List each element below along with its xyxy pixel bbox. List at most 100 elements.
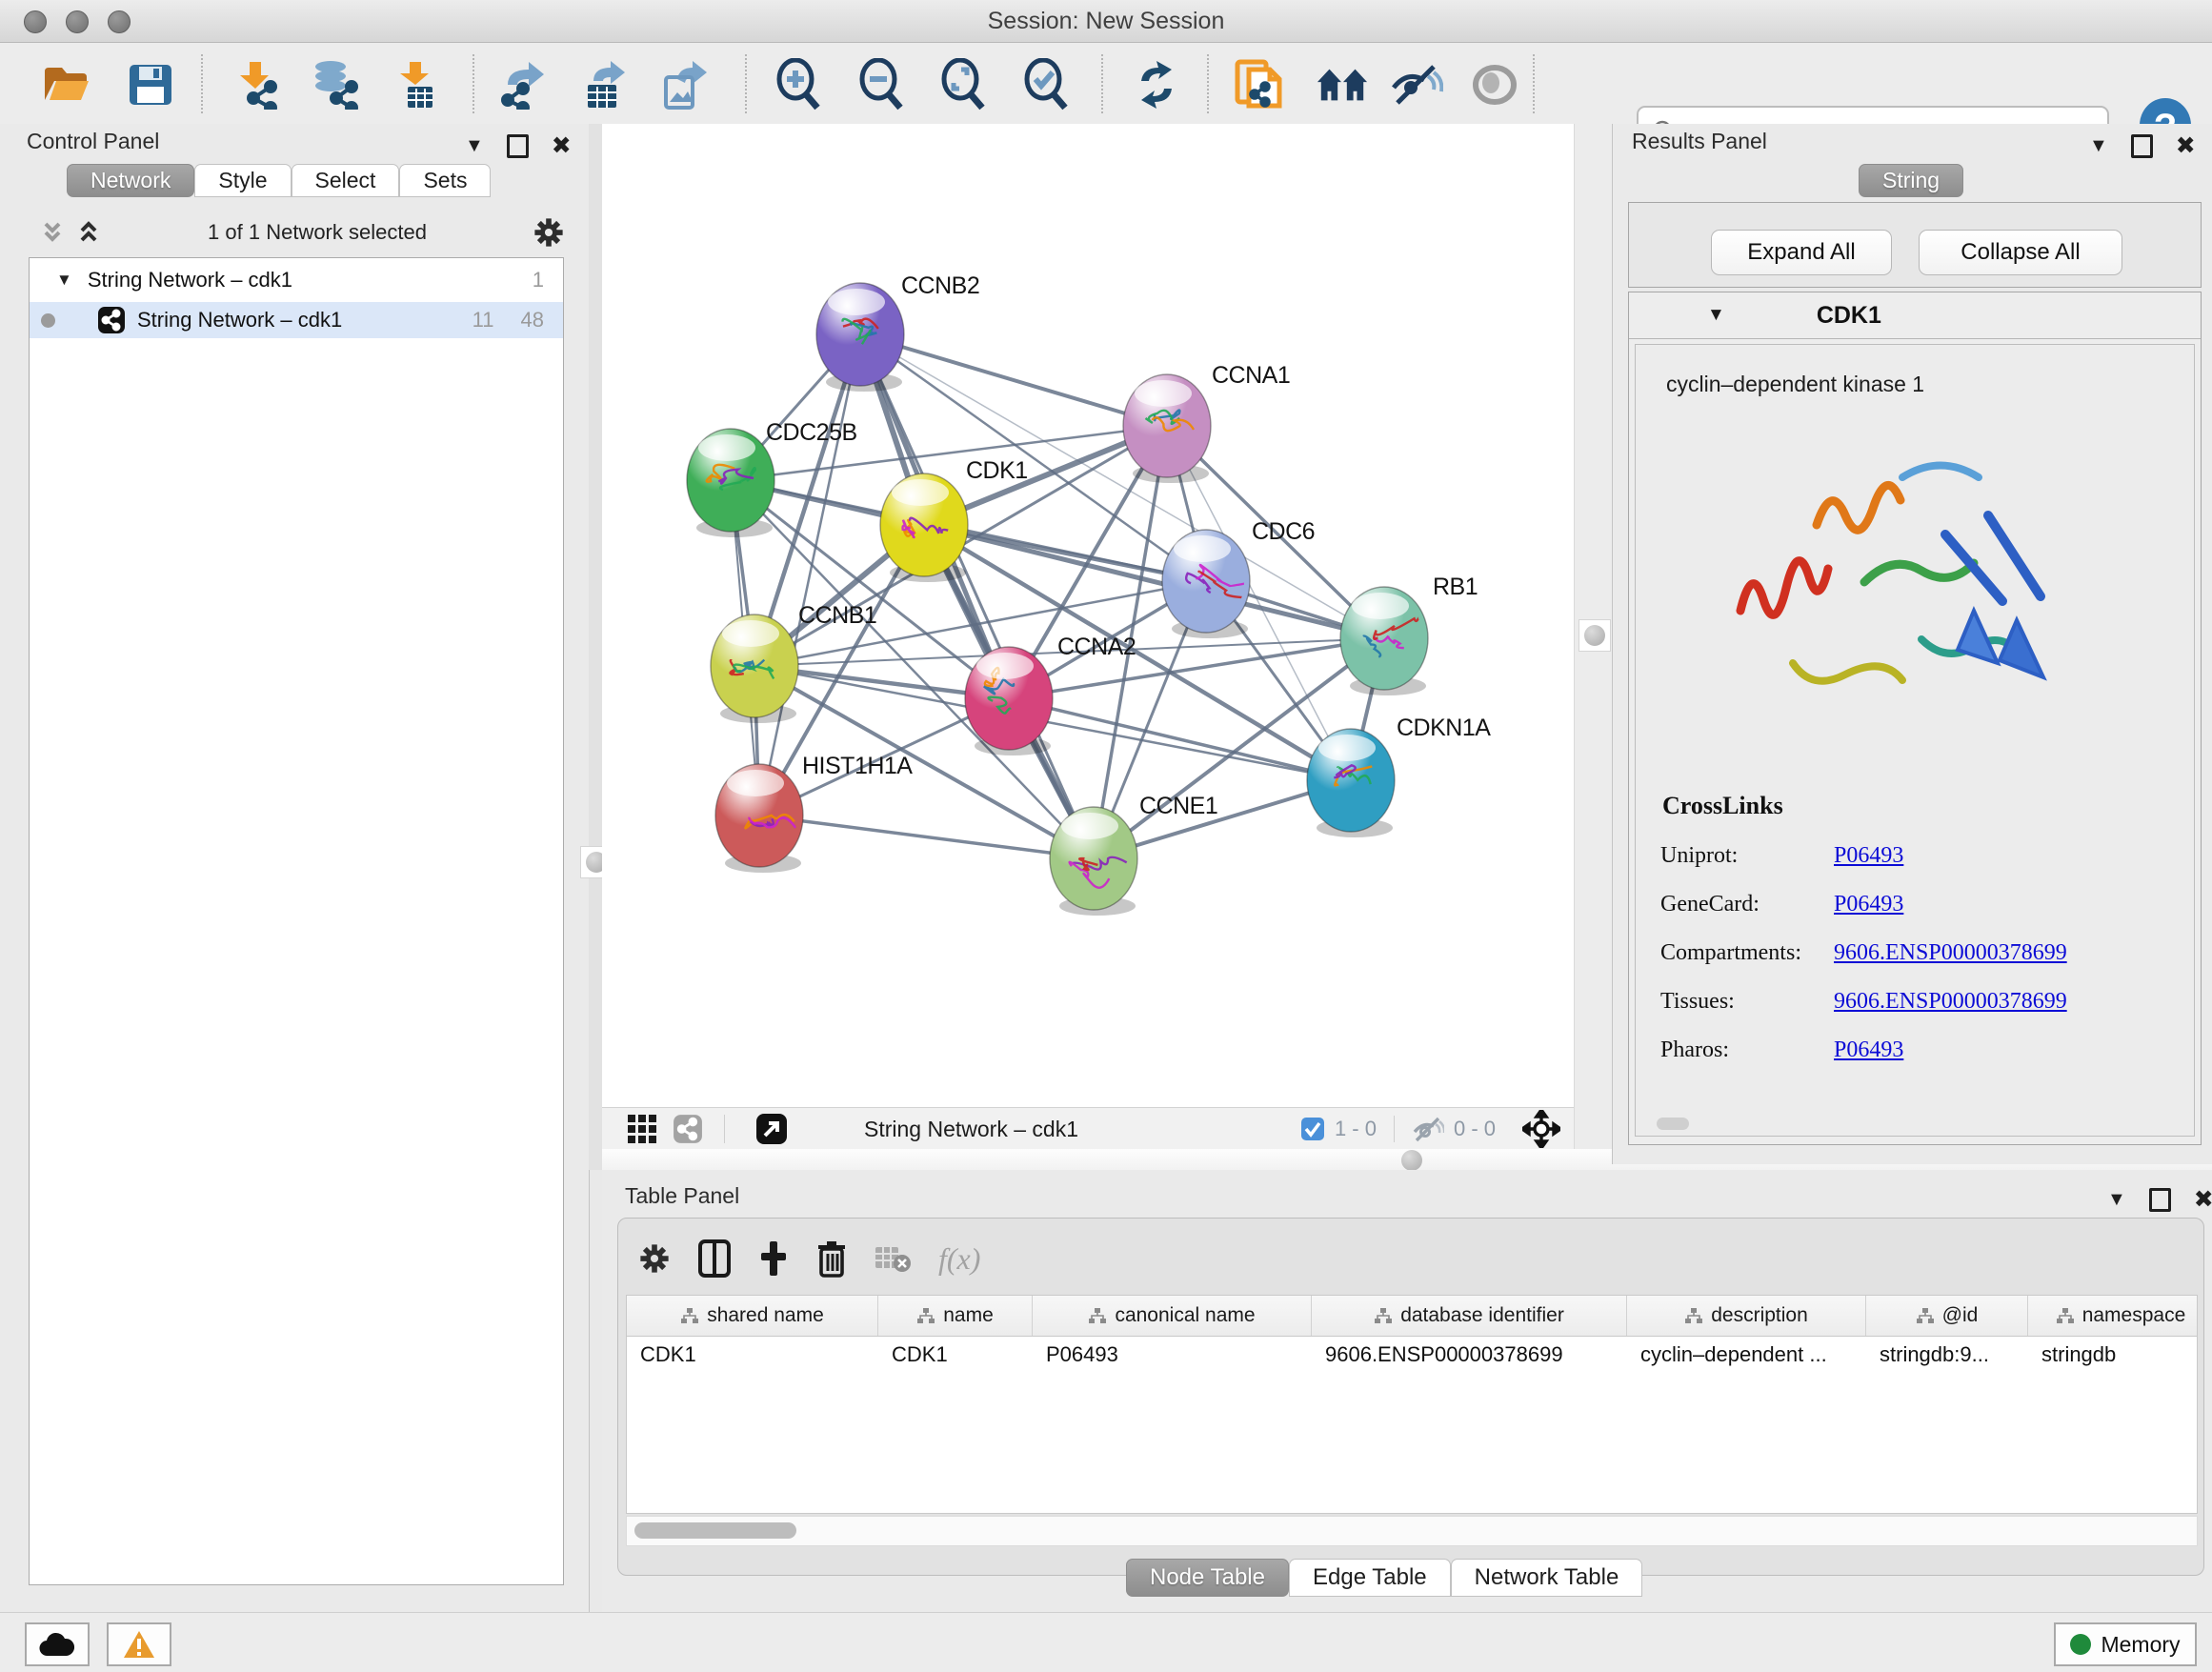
crosslink-row: Uniprot:P06493 (1636, 843, 2194, 869)
cloud-button[interactable] (25, 1622, 90, 1666)
results-hscroll-thumb[interactable] (1657, 1118, 1689, 1130)
zoom-out-icon[interactable] (854, 60, 907, 110)
memory-status-dot (2070, 1634, 2091, 1655)
column-header-canonical-name[interactable]: canonical name (1033, 1296, 1312, 1336)
expand-all-button[interactable]: Expand All (1711, 230, 1892, 275)
refresh-icon[interactable] (1130, 60, 1183, 110)
network-options-gear-icon[interactable] (532, 215, 566, 250)
column-header-description[interactable]: description (1627, 1296, 1866, 1336)
delete-table-icon[interactable] (874, 1243, 912, 1274)
delete-column-trash-icon[interactable] (816, 1239, 847, 1278)
export-table-icon[interactable] (578, 60, 632, 110)
zoom-selected-icon[interactable] (1018, 60, 1072, 110)
network-row-selected[interactable]: String Network – cdk1 11 48 (30, 302, 563, 338)
node-table[interactable]: shared namenamecanonical namedatabase id… (626, 1295, 2198, 1514)
crosslink-link[interactable]: 9606.ENSP00000378699 (1834, 989, 2067, 1015)
gene-collapse-icon[interactable]: ▼ (1707, 305, 1725, 326)
tab-select[interactable]: Select (292, 164, 400, 197)
network-graph-svg[interactable]: CCNB2CCNA1CDC25BCDK1CDC6RB1CCNB1CCNA2CDK… (602, 124, 1574, 1107)
table-hscrollbar[interactable] (626, 1516, 2198, 1546)
table-cell[interactable]: 9606.ENSP00000378699 (1312, 1342, 1627, 1367)
save-session-icon[interactable] (124, 60, 177, 110)
table-hscroll-thumb[interactable] (634, 1522, 796, 1539)
table-cell[interactable]: CDK1 (627, 1342, 878, 1367)
node-label-CCNB1: CCNB1 (798, 602, 876, 629)
tab-string[interactable]: String (1859, 164, 1963, 197)
open-in-window-icon[interactable] (755, 1113, 788, 1145)
column-shared-icon (916, 1307, 935, 1324)
tab-edge-table[interactable]: Edge Table (1289, 1559, 1451, 1597)
collapse-all-button[interactable]: Collapse All (1919, 230, 2122, 275)
table-cell[interactable]: CDK1 (878, 1342, 1033, 1367)
tree-expand-icon[interactable]: ▼ (56, 271, 72, 290)
collapse-all-chevrons-icon[interactable] (74, 220, 103, 245)
memory-button[interactable]: Memory (2054, 1622, 2197, 1666)
control-panel: Control Panel ▼ ✖ Network Style Select S… (0, 124, 590, 1612)
network-edge-CCNB2-HIST1H1A[interactable] (759, 334, 860, 816)
network-overview-icon[interactable] (1316, 60, 1369, 110)
tab-style[interactable]: Style (194, 164, 291, 197)
crosslink-link[interactable]: P06493 (1834, 843, 1903, 869)
table-cell[interactable]: cyclin–dependent ... (1627, 1342, 1866, 1367)
tab-network-table[interactable]: Network Table (1451, 1559, 1643, 1597)
column-header-@id[interactable]: @id (1866, 1296, 2028, 1336)
export-image-icon[interactable] (658, 60, 712, 110)
table-options-gear-icon[interactable] (637, 1241, 672, 1276)
network-edge-CCNB2-CCNA1[interactable] (860, 334, 1167, 426)
network-view-icon[interactable] (673, 1114, 703, 1144)
column-header-database-identifier[interactable]: database identifier (1312, 1296, 1627, 1336)
show-columns-icon[interactable] (698, 1239, 731, 1278)
panel-close-icon[interactable]: ✖ (552, 131, 572, 160)
table-row[interactable]: CDK1CDK1P064939606.ENSP00000378699cyclin… (627, 1337, 2197, 1373)
function-builder-icon[interactable]: f(x) (938, 1241, 980, 1277)
expand-all-chevrons-icon[interactable] (38, 220, 67, 245)
tab-network[interactable]: Network (67, 164, 194, 197)
right-splitter[interactable] (1574, 124, 1613, 1164)
birdseye-crosshair-icon[interactable] (1522, 1110, 1560, 1148)
gene-detail-area: cyclin–dependent kinase 1 CrossLinks Uni… (1635, 344, 2195, 1137)
zoom-in-icon[interactable] (771, 60, 824, 110)
panel-float-icon[interactable] (2149, 1188, 2171, 1212)
column-header-shared-name[interactable]: shared name (627, 1296, 878, 1336)
network-canvas[interactable]: CCNB2CCNA1CDC25BCDK1CDC6RB1CCNB1CCNA2CDK… (602, 124, 1574, 1107)
open-session-icon[interactable] (39, 60, 92, 110)
grid-view-icon[interactable] (627, 1114, 657, 1144)
panel-close-icon[interactable]: ✖ (2194, 1185, 2212, 1214)
import-network-database-icon[interactable] (309, 60, 362, 110)
table-cell[interactable]: stringdb (2028, 1342, 2198, 1367)
panel-float-icon[interactable] (2131, 134, 2153, 158)
duplicate-network-icon[interactable] (1233, 60, 1286, 110)
crosslink-link[interactable]: 9606.ENSP00000378699 (1834, 940, 2067, 966)
table-cell[interactable]: stringdb:9... (1866, 1342, 2028, 1367)
panel-collapse-icon[interactable]: ▼ (465, 135, 484, 157)
crosslink-link[interactable]: P06493 (1834, 892, 1903, 917)
panel-collapse-icon[interactable]: ▼ (2107, 1189, 2126, 1211)
birds-eye-icon[interactable] (1468, 60, 1521, 110)
crosslink-link[interactable]: P06493 (1834, 1037, 1903, 1063)
tab-sets[interactable]: Sets (399, 164, 491, 197)
table-cell[interactable]: P06493 (1033, 1342, 1312, 1367)
crosslink-label: Uniprot: (1660, 843, 1834, 869)
hidden-eye-slash-icon[interactable] (1412, 1116, 1444, 1142)
warning-button[interactable] (107, 1622, 171, 1666)
left-splitter[interactable] (589, 124, 602, 1170)
network-collection-row[interactable]: ▼ String Network – cdk1 1 (30, 258, 563, 296)
network-edge-CCNB2-CCNE1[interactable] (860, 334, 1094, 858)
gene-header[interactable]: ▼ CDK1 (1629, 292, 2201, 339)
hide-details-eye-slash-icon[interactable] (1390, 60, 1443, 110)
add-column-icon[interactable] (757, 1239, 790, 1278)
column-header-namespace[interactable]: namespace (2028, 1296, 2198, 1336)
panel-collapse-icon[interactable]: ▼ (2089, 135, 2108, 157)
column-header-name[interactable]: name (878, 1296, 1033, 1336)
panel-close-icon[interactable]: ✖ (2176, 131, 2196, 160)
selected-checkbox-icon[interactable] (1300, 1117, 1325, 1141)
import-network-file-icon[interactable] (229, 60, 282, 110)
zoom-fit-icon[interactable] (935, 60, 989, 110)
column-shared-icon (1684, 1307, 1703, 1324)
tab-node-table[interactable]: Node Table (1126, 1559, 1289, 1597)
network-edge-HIST1H1A-CCNE1[interactable] (759, 816, 1094, 858)
right-splitter-knob[interactable] (1579, 619, 1611, 652)
export-network-icon[interactable] (498, 60, 552, 110)
import-table-icon[interactable] (389, 60, 442, 110)
panel-float-icon[interactable] (507, 134, 529, 158)
